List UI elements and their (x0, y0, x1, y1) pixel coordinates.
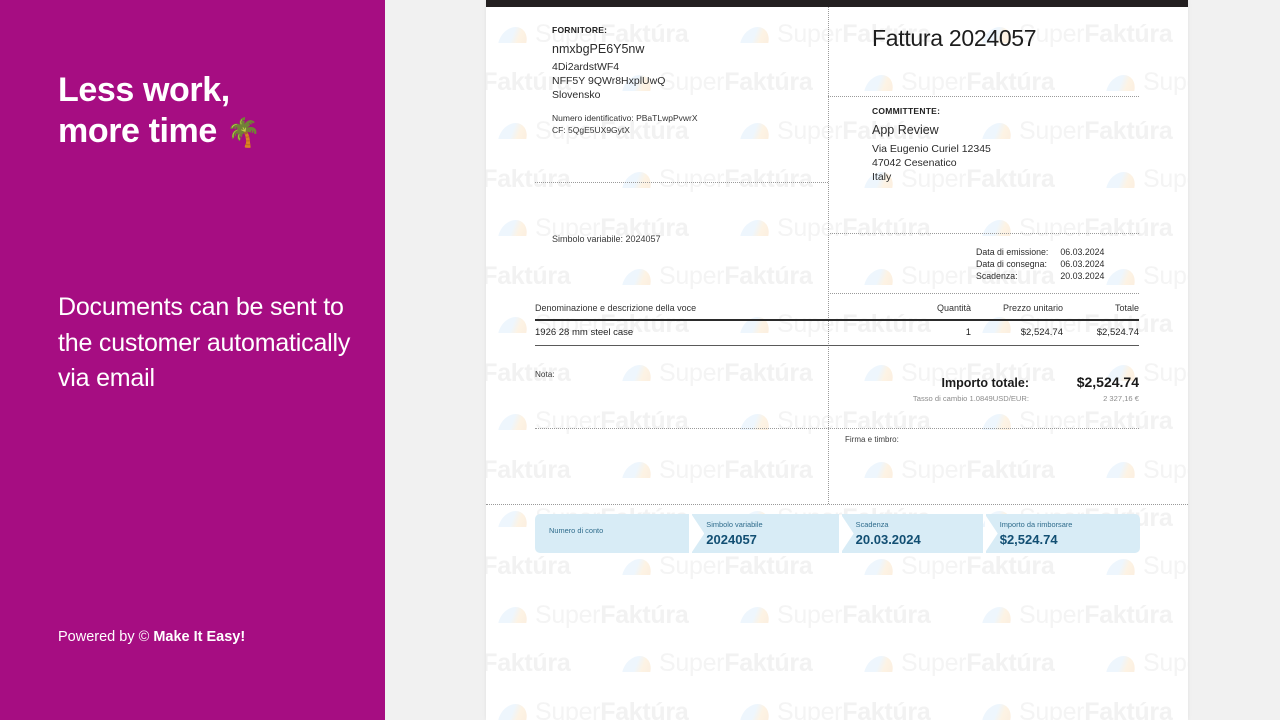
item-description: 1926 28 mm steel case (535, 327, 634, 339)
divider-dates-top (828, 233, 1139, 234)
client-address: Via Eugenio Curiel 12345 47042 Cesenatic… (872, 142, 1142, 184)
item-quantity: 1 (965, 327, 971, 339)
supplier-address-line: Slovensko (552, 89, 601, 101)
client-address-line: Via Eugenio Curiel 12345 (872, 143, 991, 155)
promo-headline: Less work, more time 🌴 (58, 70, 358, 153)
palm-tree-icon: 🌴 (225, 117, 261, 148)
supplier-name: nmxbgPE6Y5nw (552, 42, 645, 56)
exchange-rate-label: Tasso di cambio 1.0849USD/EUR: (912, 394, 1029, 403)
exchange-rate-row: Tasso di cambio 1.0849USD/EUR: 2 327,16 … (872, 394, 1139, 403)
client-address-line: Italy (872, 171, 892, 183)
chevron-notch-icon (691, 514, 705, 553)
client-label: COMMITTENTE: (872, 106, 941, 116)
total-amount-row: Importo totale: $2,524.74 (872, 374, 1140, 390)
divider-totals-bottom (535, 428, 1139, 429)
divider-client-top (828, 96, 1139, 97)
promo-panel: Less work, more time 🌴 Documents can be … (0, 0, 385, 720)
promo-footer-brand: Make It Easy! (153, 629, 246, 645)
column-header-total: Totale (1114, 303, 1139, 313)
payment-segment-label: Simbolo variabile (706, 520, 763, 529)
variable-symbol-line: Simbolo variabile: 2024057 (552, 234, 661, 244)
divider-vertical-main (828, 7, 829, 504)
date-row: Data di emissione: 06.03.2024 (976, 246, 1104, 258)
payment-segment-value: $2,524.74 (999, 532, 1058, 547)
supplier-address-line: 4Di2ardstWF4 (552, 61, 620, 73)
item-total: $2,524.74 (1096, 327, 1139, 339)
payment-segment-label: Numero di conto (549, 526, 604, 535)
payment-segment-label: Importo da rimborsare (999, 520, 1073, 529)
total-amount-value: $2,524.74 (1076, 374, 1139, 390)
column-header-quantity: Quantità (936, 303, 971, 313)
date-label: Scadenza: (976, 271, 1018, 281)
exchange-rate-value: 2 327,16 € (1103, 394, 1139, 403)
supplier-address-line: NFF5Y 9QWr8HxplUwQ (552, 75, 666, 87)
client-name: App Review (872, 123, 939, 137)
client-address-line: 47042 Cesenatico (872, 157, 957, 169)
column-header-unit-price: Prezzo unitario (1002, 303, 1063, 313)
supplier-label: FORNITORE: (552, 25, 608, 35)
item-unit-price: $2,524.74 (1020, 327, 1063, 339)
chevron-notch-icon (840, 514, 854, 553)
promo-body-text: Documents can be sent to the customer au… (58, 293, 351, 392)
payment-segment-account-number: Numero di conto (535, 514, 690, 553)
dates-block: Data di emissione: 06.03.2024 Data di co… (976, 246, 1104, 282)
date-label: Data di consegna: (976, 259, 1047, 269)
divider-dates-bottom (828, 293, 1139, 294)
items-table-header: Denominazione e descrizione della voce Q… (535, 303, 1139, 319)
promo-footer: Powered by © Make It Easy! (58, 629, 245, 645)
payment-segment-amount-due: Importo da rimborsare $2,524.74 (984, 514, 1141, 553)
chevron-notch-icon (984, 514, 998, 553)
divider-signature-bottom (486, 504, 1188, 505)
payment-segment-variable-symbol: Simbolo variabile 2024057 (691, 514, 839, 553)
client-block: COMMITTENTE: App Review Via Eugenio Curi… (872, 106, 1142, 184)
date-value: 06.03.2024 (1060, 259, 1105, 269)
table-row: 1926 28 mm steel case 1 $2,524.74 $2,524… (535, 321, 1139, 346)
table-rule-bottom (535, 345, 1139, 347)
supplier-identifiers: Numero identificativo: PBaTLwpPvwrX CF: … (552, 113, 698, 136)
payment-segment-value: 2024057 (706, 532, 757, 547)
payment-summary-strip: Numero di conto Simbolo variabile 202405… (535, 514, 1141, 553)
date-value: 06.03.2024 (1060, 247, 1105, 257)
invoice-content: FORNITORE: nmxbgPE6Y5nw 4Di2ardstWF4 NFF… (486, 0, 1188, 720)
note-label: Nota: (535, 370, 555, 379)
invoice-title: Fattura 2024057 (872, 25, 1037, 51)
date-value: 20.03.2024 (1060, 271, 1105, 281)
promo-footer-prefix: Powered by © (58, 629, 154, 645)
signature-label: Firma e timbro: (845, 435, 899, 444)
date-row: Scadenza: 20.03.2024 (976, 270, 1104, 282)
promo-headline-line2: more time (58, 112, 217, 150)
slide-root: Less work, more time 🌴 Documents can be … (0, 0, 1280, 720)
promo-headline-line1: Less work, (58, 71, 230, 109)
supplier-cf-id: CF: 5QgE5UX9GytX (552, 124, 630, 135)
payment-segment-due-date: Scadenza 20.03.2024 (840, 514, 983, 553)
supplier-vat-id: Numero identificativo: PBaTLwpPvwrX (552, 113, 698, 123)
divider-supplier-bottom (535, 182, 828, 183)
payment-segment-value: 20.03.2024 (855, 532, 921, 547)
total-amount-label: Importo totale: (941, 376, 1030, 390)
payment-segment-label: Scadenza (855, 520, 889, 529)
column-header-description: Denominazione e descrizione della voce (535, 303, 697, 313)
date-row: Data di consegna: 06.03.2024 (976, 258, 1104, 270)
supplier-block: FORNITORE: nmxbgPE6Y5nw 4Di2ardstWF4 NFF… (552, 25, 812, 102)
supplier-address: 4Di2ardstWF4 NFF5Y 9QWr8HxplUwQ Slovensk… (552, 60, 812, 102)
invoice-page: SuperFaktúraSuperFaktúraSuperFaktúraSupe… (486, 0, 1188, 720)
date-label: Data di emissione: (976, 247, 1049, 257)
items-table: Denominazione e descrizione della voce Q… (535, 303, 1139, 347)
